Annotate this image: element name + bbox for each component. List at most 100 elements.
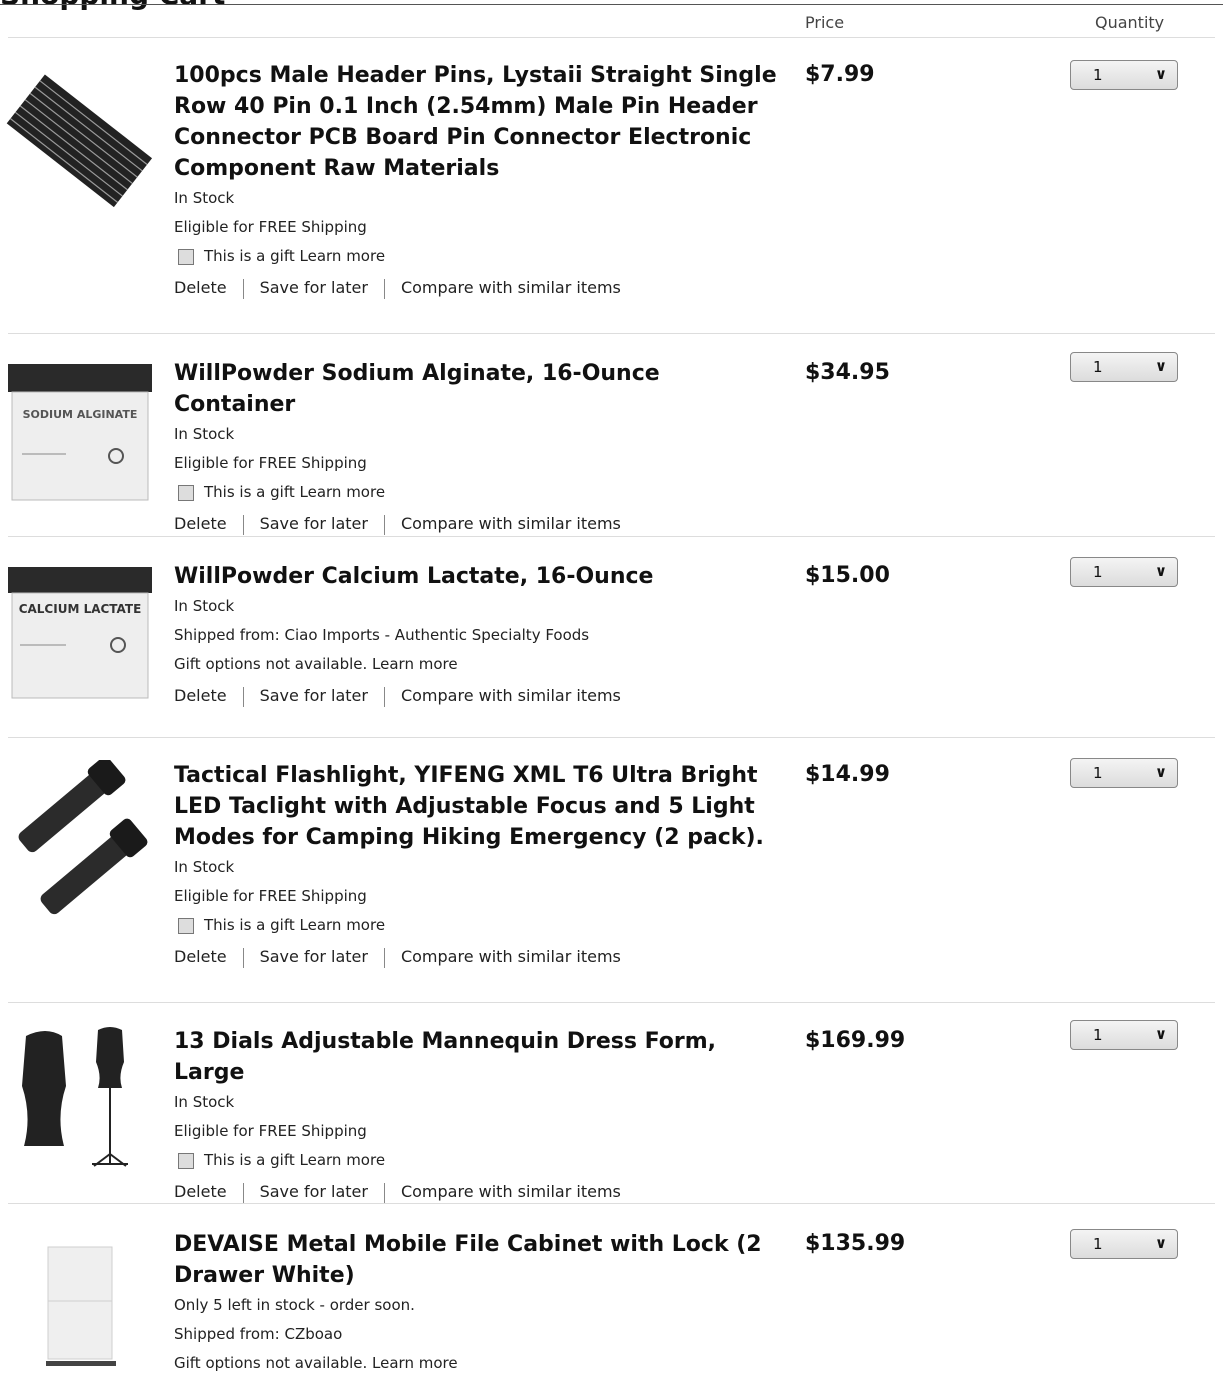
jar-label: SODIUM ALGINATE	[23, 408, 138, 421]
quantity-value: 1	[1093, 66, 1103, 84]
dress-form-image[interactable]	[6, 1026, 154, 1176]
quantity-value: 1	[1093, 1026, 1103, 1044]
separator	[383, 514, 385, 535]
gift-label: This is a gift	[204, 247, 295, 265]
divider	[8, 1203, 1215, 1204]
separator	[383, 686, 385, 707]
save-for-later-link[interactable]: Save for later	[260, 1182, 368, 1201]
item-actions: Delete Save for later Compare with similar…	[174, 1181, 784, 1203]
quantity-value: 1	[1093, 764, 1103, 782]
item-title[interactable]: 13 Dials Adjustable Mannequin Dress Form…	[174, 1026, 784, 1088]
divider	[8, 333, 1215, 334]
chevron-down-icon: ∨	[1154, 1025, 1167, 1043]
gift-options-note: Gift options not available. Learn more	[174, 655, 458, 673]
shipping-info: Eligible for FREE Shipping	[174, 887, 367, 905]
learn-more-link[interactable]: Learn more	[300, 911, 386, 940]
separator	[383, 278, 385, 299]
stock-status: In Stock	[174, 189, 235, 207]
divider	[8, 1002, 1215, 1003]
separator	[383, 1182, 385, 1203]
stock-status: In Stock	[174, 858, 235, 876]
item-title[interactable]: DEVAISE Metal Mobile File Cabinet with L…	[174, 1229, 784, 1291]
chevron-down-icon: ∨	[1154, 562, 1167, 580]
item-price: $14.99	[805, 762, 890, 787]
gift-label: This is a gift	[204, 1151, 295, 1169]
gift-checkbox[interactable]	[178, 248, 194, 265]
delete-link[interactable]: Delete	[174, 686, 227, 705]
cart-page: Shopping Cart Price Quantity 100pcs Male…	[0, 0, 1223, 1373]
delete-link[interactable]: Delete	[174, 1182, 227, 1201]
separator	[242, 278, 244, 299]
save-for-later-link[interactable]: Save for later	[260, 947, 368, 966]
chevron-down-icon: ∨	[1154, 763, 1167, 781]
item-actions: Delete Save for later Compare with similar…	[174, 685, 784, 707]
flashlight-pair-image[interactable]	[6, 756, 154, 920]
item-price: $169.99	[805, 1028, 906, 1053]
learn-more-link[interactable]: Learn more	[300, 478, 386, 507]
quantity-select[interactable]: 1 ∨	[1070, 1020, 1178, 1050]
item-title[interactable]: 100pcs Male Header Pins, Lystaii Straigh…	[174, 60, 784, 184]
learn-more-link[interactable]: Learn more	[300, 242, 386, 271]
header-pins-image[interactable]	[6, 60, 154, 210]
item-actions: Delete Save for later Compare with similar…	[174, 946, 784, 968]
gift-option: This is a gift Learn more	[174, 478, 784, 507]
sodium-alginate-jar-image[interactable]: SODIUM ALGINATE	[6, 362, 154, 502]
learn-more-link[interactable]: Learn more	[300, 1146, 386, 1175]
chevron-down-icon: ∨	[1154, 1234, 1167, 1252]
compare-link[interactable]: Compare with similar items	[401, 686, 621, 705]
delete-link[interactable]: Delete	[174, 278, 227, 297]
item-actions: Delete Save for later Compare with similar…	[174, 277, 784, 299]
separator	[242, 947, 244, 968]
compare-link[interactable]: Compare with similar items	[401, 278, 621, 297]
gift-label: This is a gift	[204, 916, 295, 934]
save-for-later-link[interactable]: Save for later	[260, 686, 368, 705]
shipping-info: Eligible for FREE Shipping	[174, 454, 367, 472]
compare-link[interactable]: Compare with similar items	[401, 1182, 621, 1201]
gift-checkbox[interactable]	[178, 917, 194, 934]
divider	[8, 737, 1215, 738]
quantity-select[interactable]: 1 ∨	[1070, 352, 1178, 382]
quantity-value: 1	[1093, 563, 1103, 581]
gift-options-note: Gift options not available. Learn more	[174, 1354, 458, 1372]
item-title[interactable]: WillPowder Calcium Lactate, 16-Ounce	[174, 561, 784, 592]
quantity-value: 1	[1093, 1235, 1103, 1253]
gift-option: This is a gift Learn more	[174, 911, 784, 940]
stock-status: In Stock	[174, 425, 235, 443]
separator	[242, 1182, 244, 1203]
gift-checkbox[interactable]	[178, 1152, 194, 1169]
gift-option: This is a gift Learn more	[174, 1146, 784, 1175]
gift-checkbox[interactable]	[178, 484, 194, 501]
delete-link[interactable]: Delete	[174, 514, 227, 533]
compare-link[interactable]: Compare with similar items	[401, 514, 621, 533]
quantity-select[interactable]: 1 ∨	[1070, 758, 1178, 788]
item-actions: Delete Save for later Compare with similar…	[174, 513, 784, 535]
divider	[8, 37, 1215, 38]
item-price: $135.99	[805, 1231, 906, 1256]
quantity-column-header: Quantity	[1095, 13, 1165, 32]
price-column-header: Price	[805, 13, 845, 32]
calcium-lactate-jar-image[interactable]: CALCIUM LACTATE	[6, 565, 154, 700]
quantity-select[interactable]: 1 ∨	[1070, 60, 1178, 90]
delete-link[interactable]: Delete	[174, 947, 227, 966]
gift-label: This is a gift	[204, 483, 295, 501]
gift-option: This is a gift Learn more	[174, 242, 784, 271]
jar-label: CALCIUM LACTATE	[19, 602, 142, 616]
save-for-later-link[interactable]: Save for later	[260, 278, 368, 297]
compare-link[interactable]: Compare with similar items	[401, 947, 621, 966]
separator	[242, 686, 244, 707]
file-cabinet-image[interactable]	[6, 1239, 154, 1374]
quantity-select[interactable]: 1 ∨	[1070, 1229, 1178, 1259]
separator	[383, 947, 385, 968]
quantity-select[interactable]: 1 ∨	[1070, 557, 1178, 587]
page-title: Shopping Cart	[0, 0, 225, 11]
divider	[8, 536, 1215, 537]
item-title[interactable]: WillPowder Sodium Alginate, 16-Ounce Con…	[174, 358, 784, 420]
stock-status: Only 5 left in stock - order soon.	[174, 1296, 415, 1314]
save-for-later-link[interactable]: Save for later	[260, 514, 368, 533]
quantity-value: 1	[1093, 358, 1103, 376]
shipping-info: Eligible for FREE Shipping	[174, 218, 367, 236]
chevron-down-icon: ∨	[1154, 357, 1167, 375]
shipped-from: Shipped from: Ciao Imports - Authentic S…	[174, 626, 590, 644]
divider	[0, 4, 1223, 5]
item-title[interactable]: Tactical Flashlight, YIFENG XML T6 Ultra…	[174, 760, 784, 853]
